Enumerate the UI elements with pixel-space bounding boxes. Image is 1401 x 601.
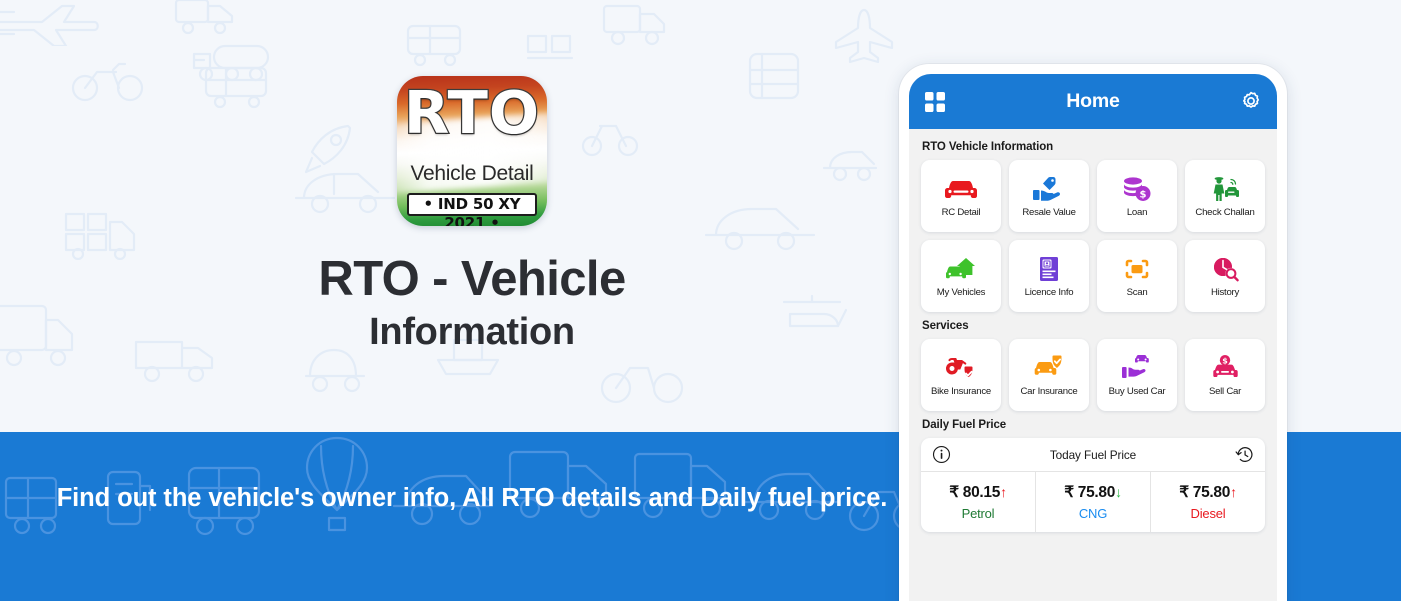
fuel-trend-arrow: ↑ bbox=[1000, 484, 1007, 500]
fuel-price-value: ₹ 75.80↑ bbox=[1179, 483, 1237, 502]
app-icon-subtitle-text: Vehicle Detail bbox=[410, 162, 534, 185]
tile-label: My Vehicles bbox=[936, 287, 986, 298]
tile-loan[interactable]: $ Loan bbox=[1097, 160, 1177, 232]
app-header: Home bbox=[909, 74, 1277, 129]
history-icon[interactable] bbox=[1235, 445, 1254, 464]
fuel-column-cng[interactable]: ₹ 75.80↓ CNG bbox=[1036, 472, 1151, 532]
coins-dollar-icon: $ bbox=[1124, 177, 1151, 201]
fuel-type-label: Petrol bbox=[961, 506, 995, 521]
hero-section: RTO Vehicle Detail • IND 50 XY 2021 • RT… bbox=[0, 0, 944, 432]
section-title-rto-vehicle-information: RTO Vehicle Information bbox=[922, 141, 1054, 153]
tile-label: Sell Car bbox=[1208, 386, 1242, 397]
phone-screen: Home RTO Vehicle Information RC Detail R… bbox=[909, 74, 1277, 601]
fuel-price-amount: ₹ 75.80 bbox=[1179, 484, 1231, 501]
hand-car-icon bbox=[1033, 177, 1060, 201]
tile-label: Bike Insurance bbox=[931, 386, 991, 397]
tile-row: Bike Insurance Car Insurance Buy Used Ca… bbox=[921, 339, 1265, 411]
fuel-price-value: ₹ 80.15↑ bbox=[949, 483, 1007, 502]
car-shield-icon bbox=[1034, 355, 1062, 375]
clock-search-icon bbox=[1213, 258, 1239, 282]
tile-row: RC Detail Resale Value $ Loan Check Chal… bbox=[921, 160, 1265, 232]
tile-label: Resale Value bbox=[1022, 207, 1076, 218]
tile-label: Buy Used Car bbox=[1108, 386, 1166, 397]
car-dollar-icon: $ bbox=[1213, 355, 1238, 377]
qr-scan-icon bbox=[1125, 259, 1149, 279]
police-car-icon bbox=[1213, 177, 1239, 201]
tile-history[interactable]: History bbox=[1185, 240, 1265, 312]
tile-label: RC Detail bbox=[941, 207, 981, 218]
tile-rc-detail[interactable]: RC Detail bbox=[921, 160, 1001, 232]
page-title-line-1: RTO - Vehicle bbox=[318, 252, 626, 306]
tile-car-insurance[interactable]: Car Insurance bbox=[1009, 339, 1089, 411]
tile-label: Car Insurance bbox=[1020, 386, 1078, 397]
app-icon: RTO Vehicle Detail • IND 50 XY 2021 • bbox=[397, 76, 547, 226]
fuel-price-columns: ₹ 80.15↑ Petrol ₹ 75.80↓ CNG ₹ 75.80↑ Di… bbox=[921, 472, 1265, 532]
hand-buy-car-icon bbox=[1122, 355, 1149, 378]
tile-licence-info[interactable]: Licence Info bbox=[1009, 240, 1089, 312]
fuel-price-card: Today Fuel Price ₹ 80.15↑ Petrol ₹ 75.80… bbox=[921, 438, 1265, 532]
promo-screenshot: RTO Vehicle Detail • IND 50 XY 2021 • RT… bbox=[0, 0, 1401, 601]
svg-text:$: $ bbox=[1140, 189, 1147, 200]
section-title-daily-fuel-price: Daily Fuel Price bbox=[922, 419, 1007, 431]
info-icon[interactable] bbox=[932, 445, 951, 464]
app-icon-licence-plate: • IND 50 XY 2021 • bbox=[407, 193, 537, 226]
scooter-shield-icon bbox=[946, 358, 973, 378]
app-header-title: Home bbox=[1066, 90, 1120, 112]
fuel-trend-arrow: ↑ bbox=[1230, 484, 1237, 500]
page-title: RTO - Vehicle Information bbox=[0, 250, 944, 356]
phone-mockup: Home RTO Vehicle Information RC Detail R… bbox=[899, 64, 1287, 601]
app-icon-brand-text: RTO bbox=[403, 78, 541, 147]
tagline-text: Find out the vehicle's owner info, All R… bbox=[56, 484, 888, 512]
fuel-type-label: Diesel bbox=[1190, 506, 1226, 521]
svg-text:$: $ bbox=[1222, 357, 1228, 366]
page-title-line-2: Information bbox=[369, 311, 575, 353]
fuel-trend-arrow: ↓ bbox=[1115, 484, 1122, 500]
id-card-icon bbox=[1040, 257, 1058, 281]
gear-icon[interactable] bbox=[1239, 90, 1263, 114]
tile-sell-car[interactable]: $ Sell Car bbox=[1185, 339, 1265, 411]
fuel-column-diesel[interactable]: ₹ 75.80↑ Diesel bbox=[1151, 472, 1265, 532]
tile-scan[interactable]: Scan bbox=[1097, 240, 1177, 312]
tile-label: History bbox=[1210, 287, 1240, 298]
fuel-type-label: CNG bbox=[1078, 506, 1108, 521]
tile-label: Licence Info bbox=[1024, 287, 1074, 298]
section-title-services: Services bbox=[922, 320, 969, 332]
tile-buy-used-car[interactable]: Buy Used Car bbox=[1097, 339, 1177, 411]
tile-check-challan[interactable]: Check Challan bbox=[1185, 160, 1265, 232]
tile-label: Check Challan bbox=[1195, 207, 1255, 218]
fuel-price-amount: ₹ 75.80 bbox=[1064, 484, 1116, 501]
tile-resale-value[interactable]: Resale Value bbox=[1009, 160, 1089, 232]
tile-label: Loan bbox=[1126, 207, 1148, 218]
grid-icon[interactable] bbox=[923, 90, 947, 114]
fuel-price-value: ₹ 75.80↓ bbox=[1064, 483, 1122, 502]
car-front-icon bbox=[945, 181, 977, 198]
fuel-price-amount: ₹ 80.15 bbox=[949, 484, 1001, 501]
fuel-card-header: Today Fuel Price bbox=[921, 438, 1265, 472]
car-home-icon bbox=[946, 258, 975, 279]
tile-label: Scan bbox=[1126, 287, 1148, 298]
fuel-card-title: Today Fuel Price bbox=[1049, 447, 1137, 462]
tile-row: My Vehicles Licence Info Scan History bbox=[921, 240, 1265, 312]
app-body: RTO Vehicle Information RC Detail Resale… bbox=[909, 129, 1277, 601]
